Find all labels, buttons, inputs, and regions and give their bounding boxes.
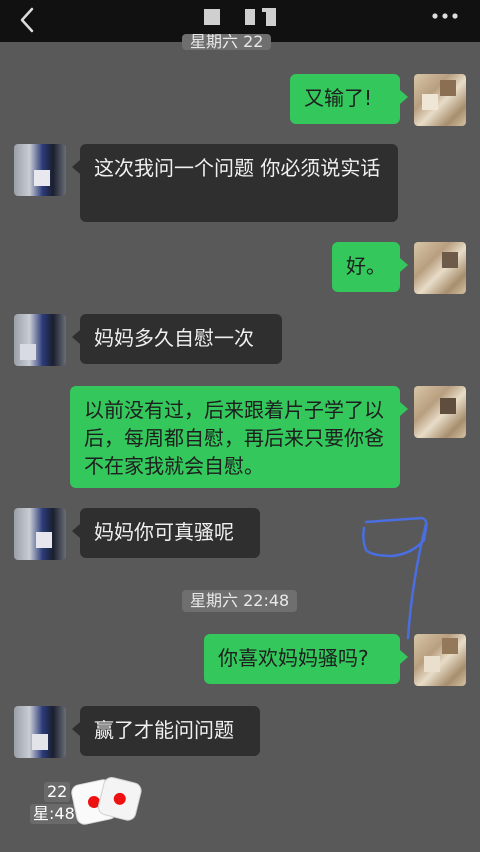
avatar-self[interactable] [414, 242, 466, 294]
message-bubble-received[interactable]: 妈妈你可真骚呢 [72, 508, 260, 558]
avatar-contact[interactable] [14, 508, 66, 560]
avatar-self[interactable] [414, 386, 466, 438]
timestamp: 星期六 22 [182, 34, 272, 50]
handwritten-annotation [362, 516, 428, 640]
message-bubble-received[interactable]: 赢了才能问问题 [72, 706, 260, 756]
message-bubble-sent[interactable]: 你喜欢妈妈骚吗? [204, 634, 408, 684]
dice-icon [71, 777, 142, 825]
message-bubble-sent[interactable]: 以前没有过，后来跟着片子学了以后，每周都自慰，再后来只要你爸不在家我就会自慰。 [70, 386, 408, 488]
message-bubble-sent[interactable]: 又输了! [290, 74, 408, 124]
avatar-contact[interactable] [14, 314, 66, 366]
message-bubble-sent[interactable]: 好。 [332, 242, 408, 292]
overlay-label: 22 [44, 782, 71, 802]
avatar-self[interactable] [414, 74, 466, 126]
avatar-contact[interactable] [14, 706, 66, 758]
message-bubble-received[interactable]: 这次我问一个问题 你必须说实话 [72, 144, 398, 222]
more-dots-icon[interactable] [432, 12, 458, 20]
timestamp: 星期六 22:48 [182, 590, 298, 612]
avatar-contact[interactable] [14, 144, 66, 196]
chevron-left-icon[interactable] [14, 6, 42, 34]
avatar-self[interactable] [414, 634, 466, 686]
title-obscured-icon [204, 8, 276, 26]
message-bubble-received[interactable]: 妈妈多久自慰一次 [72, 314, 282, 364]
